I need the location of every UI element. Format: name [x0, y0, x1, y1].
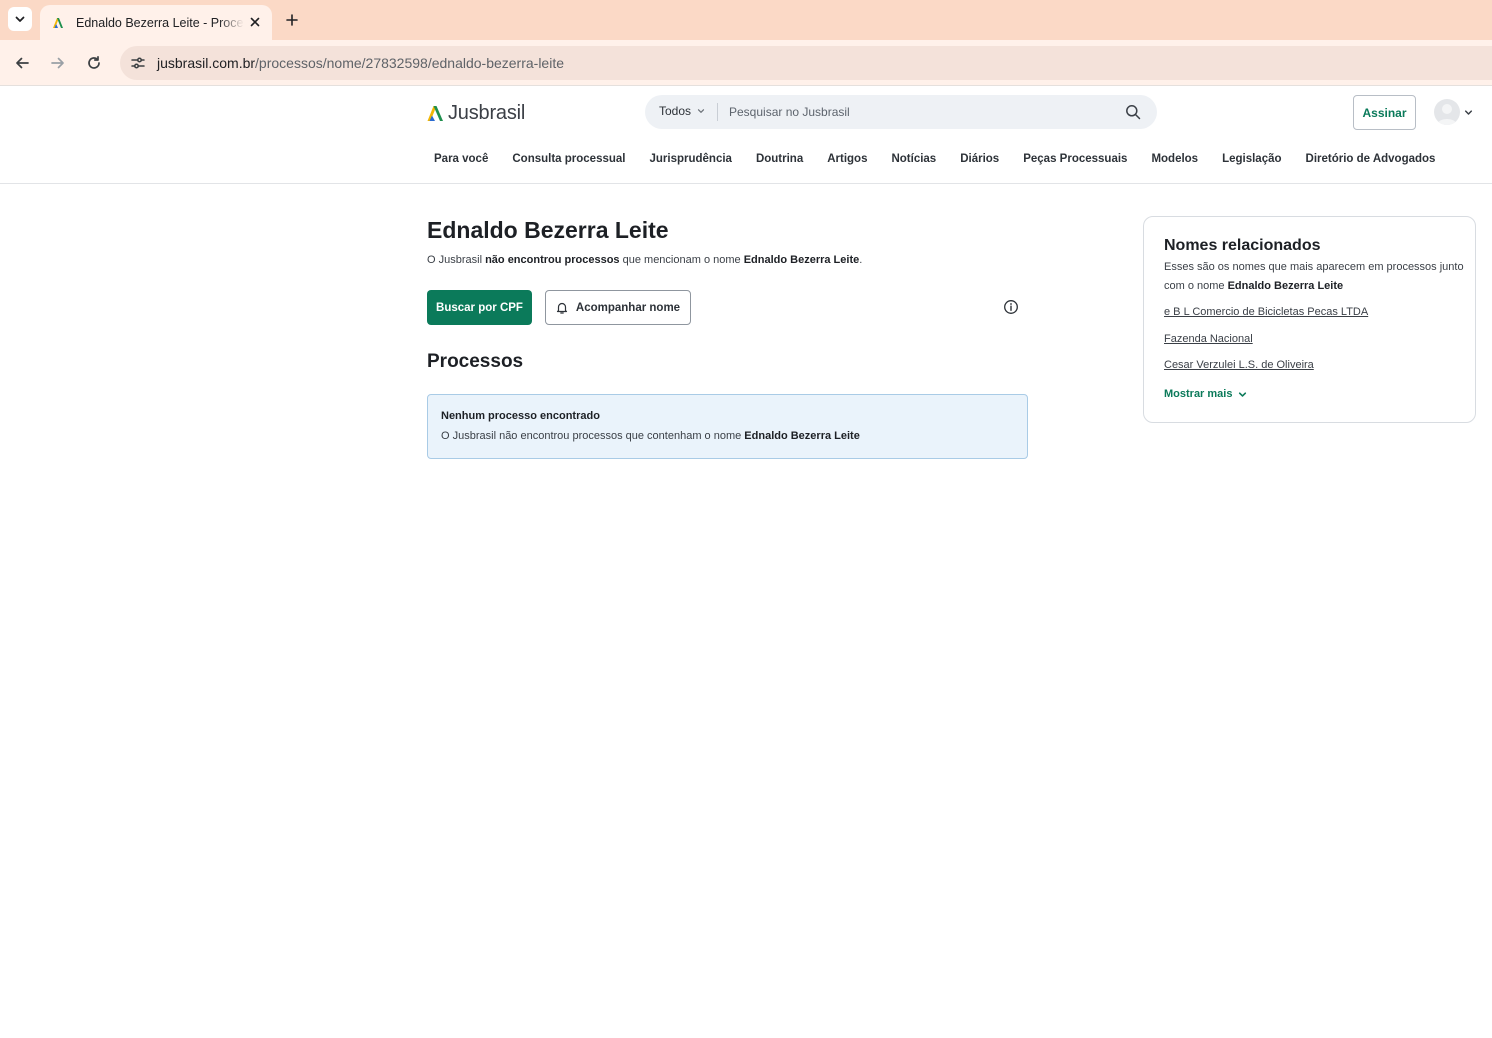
subtitle-bold: não encontrou processos: [485, 254, 620, 266]
back-arrow-icon[interactable]: [11, 52, 33, 74]
browser-tab-active[interactable]: Ednaldo Bezerra Leite - Process: [40, 5, 272, 40]
browser-toolbar: jusbrasil.com.br/processos/nome/27832598…: [0, 40, 1492, 86]
related-names-title: Nomes relacionados: [1164, 237, 1321, 254]
nav-jurisprudencia[interactable]: Jurisprudência: [649, 153, 731, 165]
page-title: Ednaldo Bezerra Leite: [427, 217, 669, 243]
subtitle-name: Ednaldo Bezerra Leite: [743, 254, 860, 266]
reload-icon[interactable]: [83, 52, 105, 74]
main-navigation: Para você Consulta processual Jurisprudê…: [434, 153, 1435, 165]
info-icon[interactable]: [1003, 299, 1019, 315]
processes-section-title: Processos: [427, 351, 524, 372]
related-name-link[interactable]: Cesar Verzulei L.S. de Oliveira: [1164, 359, 1314, 371]
address-bar[interactable]: jusbrasil.com.br/processos/nome/27832598…: [120, 46, 1492, 80]
chevron-down-icon: [1239, 391, 1247, 397]
subtitle-end: .: [859, 254, 863, 266]
nav-legislacao[interactable]: Legislação: [1222, 153, 1281, 165]
browser-tabstrip: Ednaldo Bezerra Leite - Process: [0, 0, 1492, 40]
site-settings-icon[interactable]: [128, 53, 148, 73]
url-path: /processos/nome/27832598/ednaldo-bezerra…: [255, 55, 565, 71]
no-results-notice: Nenhum processo encontrado O Jusbrasil n…: [427, 394, 1028, 459]
url-host: jusbrasil.com.br: [157, 55, 256, 71]
related-desc-name: Ednaldo Bezerra Leite: [1227, 280, 1344, 292]
related-name-link[interactable]: e B L Comercio de Bicicletas Pecas LTDA: [1164, 306, 1368, 318]
notice-text-name: Ednaldo Bezerra Leite: [744, 430, 860, 442]
nav-artigos[interactable]: Artigos: [827, 153, 867, 165]
url-text: jusbrasil.com.br/processos/nome/27832598…: [157, 55, 564, 71]
chevron-down-icon: [15, 16, 25, 22]
tab-title: Ednaldo Bezerra Leite - Process: [76, 15, 244, 30]
follow-name-button[interactable]: Acompanhar nome: [545, 290, 691, 325]
jusbrasil-logo[interactable]: Jusbrasil: [427, 101, 525, 125]
nav-modelos[interactable]: Modelos: [1151, 153, 1198, 165]
logo-text: Jusbrasil: [448, 101, 526, 124]
show-more-label: Mostrar mais: [1164, 388, 1233, 400]
search-input[interactable]: [729, 102, 1109, 122]
site-header: Jusbrasil Todos Assinar Para você Consul…: [0, 87, 1492, 184]
search-bar: Todos: [645, 95, 1157, 129]
nav-diretorio-de-advogados[interactable]: Diretório de Advogados: [1306, 153, 1436, 165]
jusbrasil-favicon-icon: [50, 15, 66, 31]
nav-diarios[interactable]: Diários: [960, 153, 999, 165]
close-tab-icon[interactable]: [248, 15, 262, 29]
nav-doutrina[interactable]: Doutrina: [756, 153, 803, 165]
nav-pecas-processuais[interactable]: Peças Processuais: [1023, 153, 1127, 165]
search-divider: [717, 103, 718, 121]
show-more-button[interactable]: Mostrar mais: [1164, 388, 1247, 400]
related-name-link[interactable]: Fazenda Nacional: [1164, 333, 1253, 345]
nav-para-voce[interactable]: Para você: [434, 153, 488, 165]
user-menu[interactable]: [1434, 99, 1473, 125]
subtitle-mid: que mencionam o nome: [619, 254, 744, 266]
tab-list-button[interactable]: [8, 7, 32, 31]
avatar: [1434, 99, 1460, 125]
chevron-down-icon: [697, 109, 705, 113]
search-scope-dropdown[interactable]: Todos: [659, 104, 705, 118]
nav-consulta-processual[interactable]: Consulta processual: [512, 153, 625, 165]
related-names-card: Nomes relacionados Esses são os nomes qu…: [1143, 216, 1476, 423]
user-silhouette-icon: [1437, 104, 1457, 125]
notice-title: Nenhum processo encontrado: [441, 410, 600, 422]
chevron-down-icon: [1464, 109, 1473, 115]
nav-noticias[interactable]: Notícias: [891, 153, 936, 165]
bell-icon: [556, 302, 568, 314]
search-icon[interactable]: [1125, 104, 1141, 120]
notice-text-body: O Jusbrasil não encontrou processos que …: [441, 430, 745, 442]
new-tab-plus-icon[interactable]: [282, 10, 302, 30]
notice-text: O Jusbrasil não encontrou processos que …: [441, 430, 860, 442]
search-scope-label: Todos: [659, 104, 692, 118]
forward-arrow-icon[interactable]: [47, 52, 69, 74]
subscribe-button[interactable]: Assinar: [1353, 95, 1416, 130]
follow-name-label: Acompanhar nome: [575, 301, 681, 314]
subtitle-pre: O Jusbrasil: [427, 254, 486, 266]
page-subtitle: O Jusbrasil não encontrou processos que …: [427, 254, 862, 266]
related-names-description: Esses são os nomes que mais aparecem em …: [1164, 258, 1464, 296]
search-by-cpf-button[interactable]: Buscar por CPF: [427, 290, 532, 325]
jusbrasil-logo-icon: [427, 105, 443, 121]
